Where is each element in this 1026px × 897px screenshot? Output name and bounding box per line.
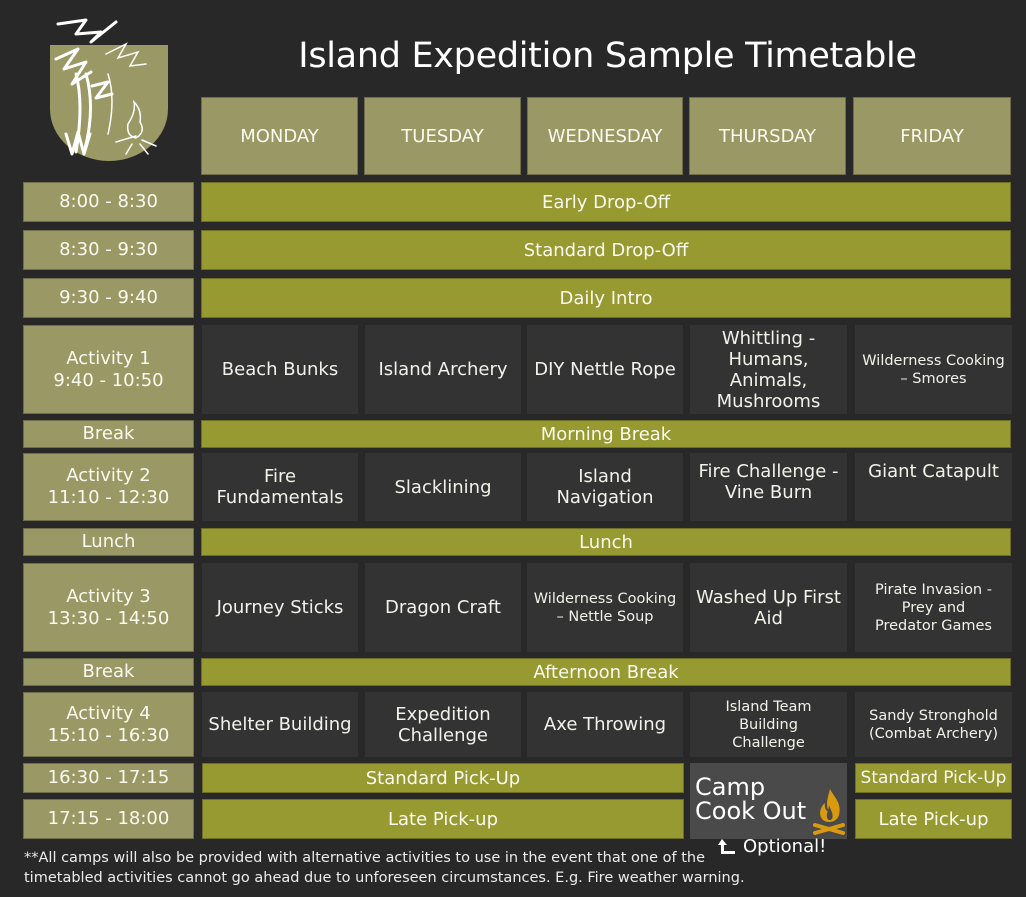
activity-cell: Axe Throwing: [527, 692, 683, 757]
late-pickup-bar-friday: Late Pick-up: [855, 799, 1012, 839]
activity-cell: Wilderness Cooking – Smores: [855, 325, 1012, 414]
day-header-tuesday: TUESDAY: [364, 97, 521, 175]
activity-cell: Journey Sticks: [202, 563, 358, 652]
time-slot: 16:30 - 17:15: [23, 763, 194, 793]
time-slot-label: Activity 4: [66, 702, 151, 724]
activity-cell: DIY Nettle Rope: [527, 325, 683, 414]
time-slot-range: 11:10 - 12:30: [47, 487, 170, 508]
day-header-thursday: THURSDAY: [689, 97, 846, 175]
activity-cell: Island Team Building Challenge: [690, 692, 847, 757]
activity-cell: Fire Fundamentals: [202, 453, 358, 521]
time-slot-activity-1: Activity 1 9:40 - 10:50: [23, 325, 194, 414]
activity-cell: Giant Catapult: [855, 453, 1012, 521]
camp-cook-out-label: Camp Cook Out: [695, 775, 806, 823]
time-slot: Lunch: [23, 528, 194, 556]
activity-cell: Shelter Building: [202, 692, 358, 757]
late-pickup-bar-mon-wed: Late Pick-up: [202, 799, 684, 839]
camp-cook-out-line1: Camp: [695, 773, 766, 801]
palm-tree-campfire-shield-icon: [50, 18, 168, 161]
activity-cell: Beach Bunks: [202, 325, 358, 414]
activity-cell: Wilderness Cooking – Nettle Soup: [527, 563, 683, 652]
footnote-line-1: **All camps will also be provided with a…: [24, 850, 706, 866]
page-title: Island Expedition Sample Timetable: [298, 36, 917, 76]
footnote: **All camps will also be provided with a…: [24, 848, 784, 888]
all-days-bar: Standard Drop-Off: [201, 230, 1011, 270]
activity-cell: Expedition Challenge: [365, 692, 521, 757]
time-slot: Break: [23, 658, 194, 686]
activity-cell: Dragon Craft: [365, 563, 521, 652]
time-slot-activity-3: Activity 3 13:30 - 14:50: [23, 563, 194, 652]
activity-cell: Washed Up First Aid: [690, 563, 847, 652]
all-days-bar: Lunch: [201, 528, 1011, 556]
camp-cook-out-line2: Cook Out: [695, 797, 807, 825]
activity-cell: Island Archery: [365, 325, 521, 414]
time-slot-activity-2: Activity 2 11:10 - 12:30: [23, 453, 194, 521]
activity-cell: Fire Challenge - Vine Burn: [690, 453, 847, 521]
time-slot: 9:30 - 9:40: [23, 278, 194, 318]
all-days-bar: Afternoon Break: [201, 658, 1011, 686]
day-header-monday: MONDAY: [201, 97, 358, 175]
footnote-line-2: timetabled activities cannot go ahead du…: [24, 870, 745, 886]
day-header-friday: FRIDAY: [853, 97, 1011, 175]
time-slot-range: 9:40 - 10:50: [53, 369, 164, 391]
time-slot-range: 15:10 - 16:30: [47, 724, 170, 746]
time-slot-label: Activity 2: [66, 465, 151, 486]
pickup-bar-friday: Standard Pick-Up: [855, 763, 1012, 793]
all-days-bar: Morning Break: [201, 420, 1011, 448]
time-slot: 8:00 - 8:30: [23, 182, 194, 222]
time-slot: 17:15 - 18:00: [23, 799, 194, 839]
all-days-bar: Daily Intro: [201, 278, 1011, 318]
time-slot-label: Activity 3: [66, 585, 151, 607]
campfire-icon: [812, 787, 846, 835]
time-slot-label: Activity 1: [66, 347, 151, 369]
all-days-bar: Early Drop-Off: [201, 182, 1011, 222]
pickup-bar-mon-wed: Standard Pick-Up: [202, 763, 684, 793]
logo: [46, 14, 172, 164]
activity-cell: Island Navigation: [527, 453, 683, 521]
activity-cell: Whittling - Humans, Animals, Mushrooms: [690, 325, 847, 414]
activity-cell: Sandy Stronghold (Combat Archery): [855, 692, 1012, 757]
time-slot-activity-4: Activity 4 15:10 - 16:30: [23, 692, 194, 757]
activity-cell: Slacklining: [365, 453, 521, 521]
day-header-wednesday: WEDNESDAY: [527, 97, 683, 175]
time-slot: Break: [23, 420, 194, 448]
time-slot-range: 13:30 - 14:50: [47, 607, 170, 629]
time-slot: 8:30 - 9:30: [23, 230, 194, 270]
activity-cell: Pirate Invasion - Prey and Predator Game…: [855, 563, 1012, 652]
